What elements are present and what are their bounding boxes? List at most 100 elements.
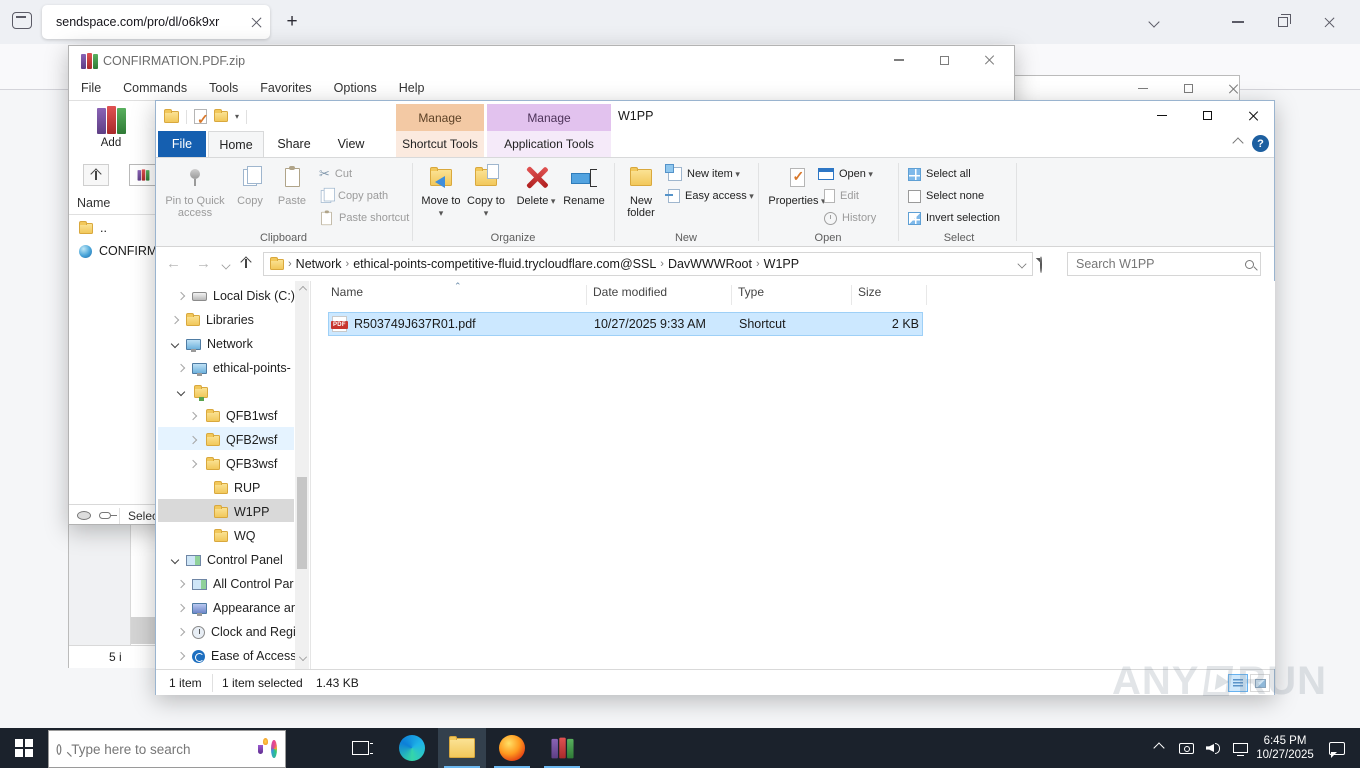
tab-view[interactable]: View	[324, 131, 378, 157]
tab-close-icon[interactable]	[251, 17, 262, 28]
breadcrumb-network[interactable]: Network	[296, 257, 342, 271]
tray-show-hidden-icons-button[interactable]	[1146, 728, 1172, 768]
tree-item-libraries[interactable]: Libraries	[170, 309, 254, 331]
winrar-item-confirmation[interactable]: CONFIRMA	[79, 244, 166, 258]
delete-button[interactable]: Delete	[512, 162, 560, 207]
tree-item-ease-of-access[interactable]: Ease of Access	[176, 645, 296, 667]
winrar-menu-help[interactable]: Help	[399, 81, 425, 95]
action-center-button[interactable]	[1318, 728, 1356, 768]
paste-shortcut-button[interactable]: Paste shortcut	[319, 209, 409, 227]
browser-tab[interactable]: sendspace.com/pro/dl/o6k9xr	[42, 5, 270, 39]
details-view-button[interactable]	[1228, 674, 1248, 692]
tree-item-rup[interactable]: RUP	[214, 477, 260, 499]
tab-share[interactable]: Share	[266, 131, 322, 157]
edit-button[interactable]: Edit	[824, 187, 859, 205]
copy-to-button[interactable]: Copy to	[464, 162, 508, 219]
cut-button[interactable]: ✂ Cut	[319, 165, 352, 183]
taskbar-search-input[interactable]	[69, 740, 251, 758]
winrar-up-button[interactable]	[83, 164, 109, 186]
column-date-modified[interactable]: Date modified	[593, 285, 667, 299]
tab-home[interactable]: Home	[208, 131, 264, 157]
browser-restore-button[interactable]	[1278, 0, 1306, 44]
search-input[interactable]	[1074, 256, 1245, 272]
manage-application-tools-header[interactable]: Manage	[487, 104, 611, 131]
tree-item-qfb1wsf[interactable]: QFB1wsf	[188, 405, 277, 427]
tree-item-wq[interactable]: WQ	[214, 525, 256, 547]
manage-shortcut-tools-header[interactable]: Manage	[396, 104, 484, 131]
column-name[interactable]: Name	[331, 285, 363, 299]
ribbon-collapse-chevron-icon[interactable]	[1232, 137, 1244, 149]
invert-selection-button[interactable]: Invert selection	[908, 209, 1000, 227]
winrar-maximize-button[interactable]	[924, 46, 964, 74]
tree-item-network[interactable]: Network	[170, 333, 253, 355]
search-box[interactable]	[1067, 252, 1261, 276]
select-all-button[interactable]: Select all	[908, 165, 971, 183]
winrar-menu-favorites[interactable]: Favorites	[260, 81, 311, 95]
background-window-minimize-button[interactable]	[1128, 76, 1158, 101]
taskbar-clock[interactable]: 6:45 PM 10/27/2025	[1254, 728, 1316, 768]
help-icon[interactable]: ?	[1252, 135, 1269, 152]
breadcrumb-davwwwroot[interactable]: DavWWWRoot	[668, 257, 752, 271]
taskbar-winrar-button[interactable]	[538, 728, 586, 768]
qat-customize-chevron-icon[interactable]: ▾	[235, 112, 239, 121]
nav-forward-icon[interactable]: →	[196, 255, 211, 272]
tray-screen-capture-icon[interactable]	[1172, 728, 1200, 768]
list-tabs-button[interactable]	[1148, 0, 1178, 44]
copy-path-button[interactable]: Copy path	[319, 187, 388, 205]
explorer-maximize-button[interactable]	[1186, 101, 1228, 130]
winrar-item-up[interactable]: ..	[79, 220, 107, 235]
tree-item-host[interactable]: ethical-points-	[176, 357, 291, 379]
nav-back-icon[interactable]: ←	[166, 255, 181, 272]
tree-item-appearance[interactable]: Appearance an	[176, 597, 298, 619]
breadcrumb-w1pp[interactable]: W1PP	[764, 257, 799, 271]
winrar-menu-commands[interactable]: Commands	[123, 81, 187, 95]
firefox-view-icon[interactable]	[12, 12, 32, 29]
winrar-menu-tools[interactable]: Tools	[209, 81, 238, 95]
browser-close-button[interactable]	[1324, 0, 1352, 44]
taskbar-search-box[interactable]	[48, 730, 286, 768]
file-row[interactable]: R503749J637R01.pdf 10/27/2025 9:33 AM Sh…	[328, 312, 923, 336]
background-window-close-button[interactable]	[1218, 76, 1248, 101]
tray-volume-icon[interactable]	[1200, 728, 1226, 768]
new-item-button[interactable]: New item	[665, 164, 740, 183]
tray-network-icon[interactable]	[1226, 728, 1254, 768]
explorer-close-button[interactable]	[1231, 101, 1276, 130]
select-none-button[interactable]: Select none	[908, 187, 984, 205]
tree-item-qfb3wsf[interactable]: QFB3wsf	[188, 453, 277, 475]
breadcrumb-bar[interactable]: › Network › ethical-points-competitive-f…	[263, 252, 1033, 276]
tab-shortcut-tools[interactable]: Shortcut Tools	[396, 131, 484, 157]
winrar-close-button[interactable]	[969, 46, 1009, 74]
refresh-icon[interactable]	[1040, 256, 1042, 273]
winrar-menu-file[interactable]: File	[81, 81, 101, 95]
explorer-minimize-button[interactable]	[1141, 101, 1183, 130]
tab-file[interactable]: File	[158, 131, 206, 157]
column-size[interactable]: Size	[858, 285, 881, 299]
qat-new-folder-icon[interactable]	[214, 109, 228, 122]
start-button[interactable]	[0, 728, 48, 768]
winrar-column-name[interactable]: Name	[77, 196, 110, 210]
winrar-minimize-button[interactable]	[879, 46, 919, 74]
history-button[interactable]: History	[824, 209, 876, 227]
address-dropdown-chevron-icon[interactable]	[1017, 259, 1027, 269]
tree-item-control-panel[interactable]: Control Panel	[170, 549, 283, 571]
scrollbar-thumb[interactable]	[297, 477, 307, 569]
breadcrumb-host[interactable]: ethical-points-competitive-fluid.tryclou…	[353, 257, 656, 271]
tree-item-clock-region[interactable]: Clock and Regi	[176, 621, 296, 643]
tree-item-local-disk[interactable]: Local Disk (C:)	[176, 285, 295, 307]
recent-locations-chevron-icon[interactable]	[221, 260, 231, 270]
easy-access-button[interactable]: Easy access	[665, 187, 754, 205]
new-tab-button[interactable]: +	[280, 10, 304, 34]
nav-scrollbar[interactable]	[295, 281, 309, 669]
taskbar-firefox-button[interactable]	[488, 728, 536, 768]
rename-button[interactable]: Rename	[558, 162, 610, 207]
scroll-down-icon[interactable]	[299, 653, 307, 661]
background-window-maximize-button[interactable]	[1173, 76, 1203, 101]
winrar-add-button[interactable]: Add	[89, 106, 133, 149]
tab-application-tools[interactable]: Application Tools	[487, 131, 611, 157]
taskbar-edge-button[interactable]	[388, 728, 436, 768]
tree-item-share-root[interactable]	[176, 381, 214, 403]
column-type[interactable]: Type	[738, 285, 764, 299]
scroll-up-icon[interactable]	[299, 286, 307, 294]
paste-button[interactable]: Paste	[272, 162, 312, 207]
task-view-button[interactable]	[336, 728, 384, 768]
